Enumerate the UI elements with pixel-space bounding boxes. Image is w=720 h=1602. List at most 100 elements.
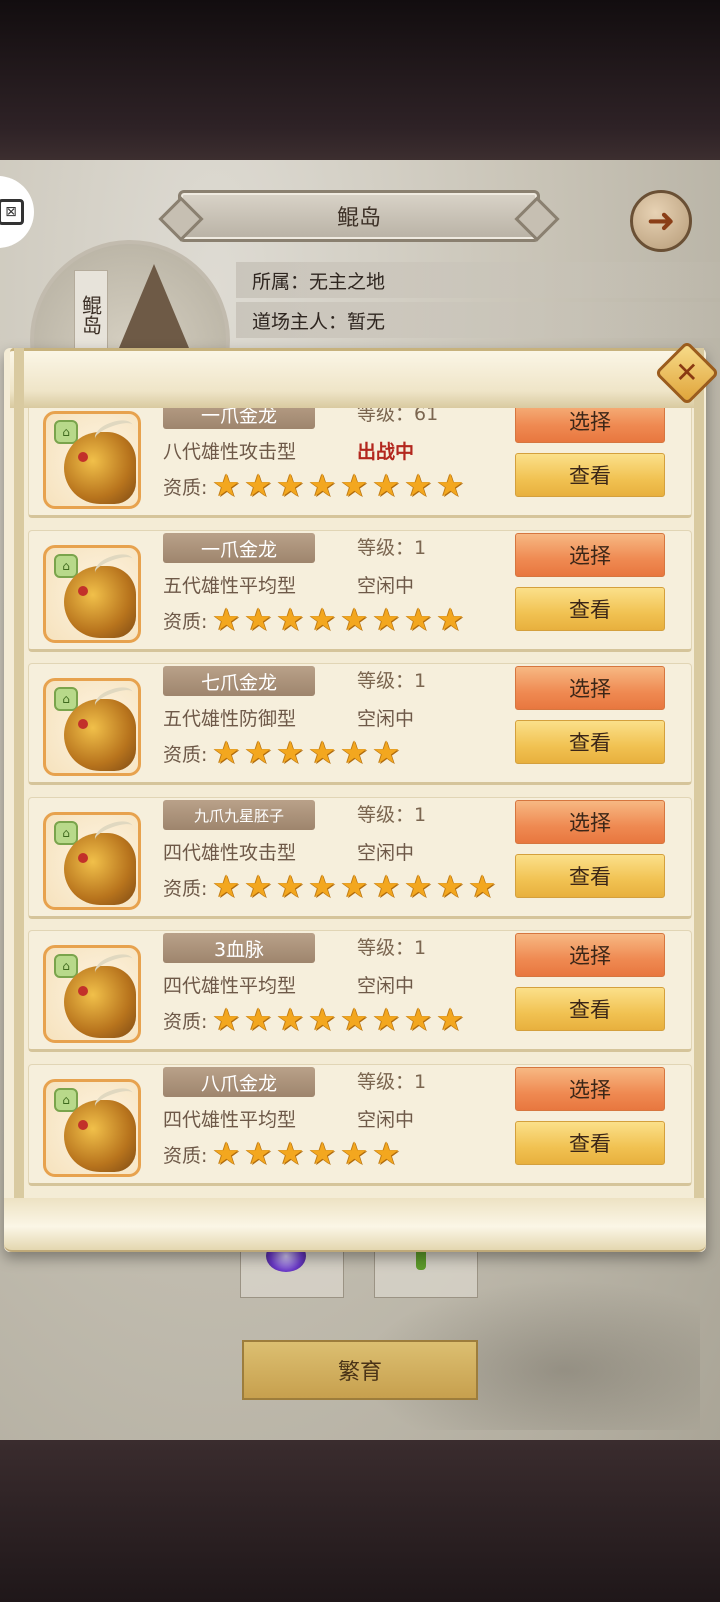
dragon-aptitude: 资质: ★ ★ ★ ★ ★ ★ ★ ★ ★ xyxy=(163,869,499,905)
select-button[interactable]: 选择 xyxy=(515,533,665,577)
back-button[interactable]: ➜ xyxy=(630,190,692,252)
dragon-generation: 四代雄性平均型 xyxy=(163,975,297,997)
dragon-icon xyxy=(64,833,136,905)
star-icon: ★ xyxy=(308,602,337,638)
star-icon: ★ xyxy=(276,1002,305,1038)
star-icon: ★ xyxy=(244,468,273,504)
star-icon: ★ xyxy=(308,1002,337,1038)
master-label: 道场主人： xyxy=(252,310,348,333)
select-button[interactable]: 选择 xyxy=(515,933,665,977)
back-arrow-icon: ➜ xyxy=(646,201,676,241)
dragon-avatar[interactable]: ⌂ xyxy=(43,945,141,1043)
master-row: 道场主人： 暂无 xyxy=(236,302,720,338)
aptitude-stars: ★ ★ ★ ★ ★ ★ ★ ★ ★ xyxy=(211,869,499,905)
select-button[interactable]: 选择 xyxy=(515,800,665,844)
aptitude-stars: ★ ★ ★ ★ ★ ★ xyxy=(211,1136,403,1172)
dragon-generation: 八代雄性攻击型 xyxy=(163,441,297,463)
star-icon: ★ xyxy=(404,602,433,638)
scroll-side-left xyxy=(14,348,24,1228)
master-value: 暂无 xyxy=(347,310,386,333)
dragon-name: 八爪金龙 xyxy=(163,1067,315,1097)
view-button[interactable]: 查看 xyxy=(515,587,665,631)
aptitude-label: 资质: xyxy=(163,1144,208,1167)
breed-button[interactable]: 繁育 xyxy=(242,1340,478,1400)
dragon-name: 一爪金龙 xyxy=(163,408,315,429)
star-icon: ★ xyxy=(340,869,369,905)
lock-icon: ⌂ xyxy=(54,1088,78,1112)
star-icon: ★ xyxy=(244,1002,273,1038)
star-icon: ★ xyxy=(212,735,241,771)
island-name-vertical: 鲲岛 xyxy=(74,270,108,360)
star-icon: ★ xyxy=(244,735,273,771)
dragon-status: 空闲中 xyxy=(357,975,415,997)
level-value: 1 xyxy=(414,804,427,826)
dragon-level: 等级：1 xyxy=(357,800,426,827)
scroll-side-right xyxy=(694,348,704,1228)
dragon-level: 等级：61 xyxy=(357,408,438,426)
view-button[interactable]: 查看 xyxy=(515,987,665,1031)
dragon-icon xyxy=(64,699,136,771)
star-icon: ★ xyxy=(308,1136,337,1172)
owner-label: 所属： xyxy=(252,270,310,293)
dragon-aptitude: 资质: ★ ★ ★ ★ ★ ★ ★ ★ xyxy=(163,602,467,638)
dragon-status: 空闲中 xyxy=(357,708,415,730)
select-button[interactable]: 选择 xyxy=(515,1067,665,1111)
dragon-avatar[interactable]: ⌂ xyxy=(43,812,141,910)
select-button[interactable]: 选择 xyxy=(515,408,665,443)
dragon-card: ⌂ 八爪金龙 等级：1 四代雄性平均型 空闲中 资质: ★ ★ ★ ★ ★ ★ 选择 查看 xyxy=(28,1064,692,1186)
top-background xyxy=(0,0,720,160)
view-button[interactable]: 查看 xyxy=(515,1121,665,1165)
aptitude-stars: ★ ★ ★ ★ ★ ★ ★ ★ xyxy=(211,602,467,638)
view-button[interactable]: 查看 xyxy=(515,453,665,497)
dragon-avatar[interactable]: ⌂ xyxy=(43,411,141,509)
dragon-aptitude: 资质: ★ ★ ★ ★ ★ ★ xyxy=(163,735,403,771)
aptitude-label: 资质: xyxy=(163,877,208,900)
level-label: 等级： xyxy=(357,537,415,559)
level-label: 等级： xyxy=(357,1071,415,1093)
star-icon: ★ xyxy=(436,468,465,504)
aptitude-label: 资质: xyxy=(163,610,208,633)
star-icon: ★ xyxy=(276,869,305,905)
star-icon: ★ xyxy=(212,1002,241,1038)
star-icon: ★ xyxy=(212,602,241,638)
dragon-avatar[interactable]: ⌂ xyxy=(43,678,141,776)
lock-icon: ⌂ xyxy=(54,554,78,578)
star-icon: ★ xyxy=(436,602,465,638)
dragon-name: 七爪金龙 xyxy=(163,666,315,696)
level-value: 61 xyxy=(414,408,439,425)
view-button[interactable]: 查看 xyxy=(515,854,665,898)
aptitude-stars: ★ ★ ★ ★ ★ ★ xyxy=(211,735,403,771)
level-label: 等级： xyxy=(357,804,415,826)
star-icon: ★ xyxy=(340,1136,369,1172)
dragon-icon xyxy=(64,966,136,1038)
star-icon: ★ xyxy=(276,602,305,638)
level-label: 等级： xyxy=(357,937,415,959)
dragon-list[interactable]: ⌂ 一爪金龙 等级：61 八代雄性攻击型 出战中 资质: ★ ★ ★ ★ ★ ★ ★ ★ 选择 查看 ⌂ 一爪金龙… xyxy=(28,408,692,1188)
dragon-avatar[interactable]: ⌂ xyxy=(43,545,141,643)
level-label: 等级： xyxy=(357,408,415,425)
star-icon: ★ xyxy=(372,468,401,504)
dragon-level: 等级：1 xyxy=(357,533,426,560)
select-button[interactable]: 选择 xyxy=(515,666,665,710)
view-button[interactable]: 查看 xyxy=(515,720,665,764)
dragon-card: ⌂ 一爪金龙 等级：1 五代雄性平均型 空闲中 资质: ★ ★ ★ ★ ★ ★ ★ ★ 选择 查看 xyxy=(28,530,692,652)
level-value: 1 xyxy=(414,670,427,692)
lock-icon: ⌂ xyxy=(54,687,78,711)
star-icon: ★ xyxy=(308,869,337,905)
dragon-aptitude: 资质: ★ ★ ★ ★ ★ ★ xyxy=(163,1136,403,1172)
dragon-generation: 四代雄性攻击型 xyxy=(163,842,297,864)
star-icon: ★ xyxy=(308,468,337,504)
dragon-avatar[interactable]: ⌂ xyxy=(43,1079,141,1177)
star-icon: ★ xyxy=(308,735,337,771)
aptitude-label: 资质: xyxy=(163,476,208,499)
star-icon: ★ xyxy=(404,1002,433,1038)
star-icon: ★ xyxy=(372,602,401,638)
star-icon: ★ xyxy=(212,468,241,504)
scroll-bottom-roll xyxy=(4,1198,706,1252)
owner-value: 无主之地 xyxy=(309,270,386,293)
dragon-card: ⌂ 一爪金龙 等级：61 八代雄性攻击型 出战中 资质: ★ ★ ★ ★ ★ ★ ★ ★ 选择 查看 xyxy=(28,408,692,518)
level-label: 等级： xyxy=(357,670,415,692)
star-icon: ★ xyxy=(372,869,401,905)
scroll-top-roll xyxy=(10,348,704,408)
owner-row: 所属： 无主之地 xyxy=(236,262,720,298)
